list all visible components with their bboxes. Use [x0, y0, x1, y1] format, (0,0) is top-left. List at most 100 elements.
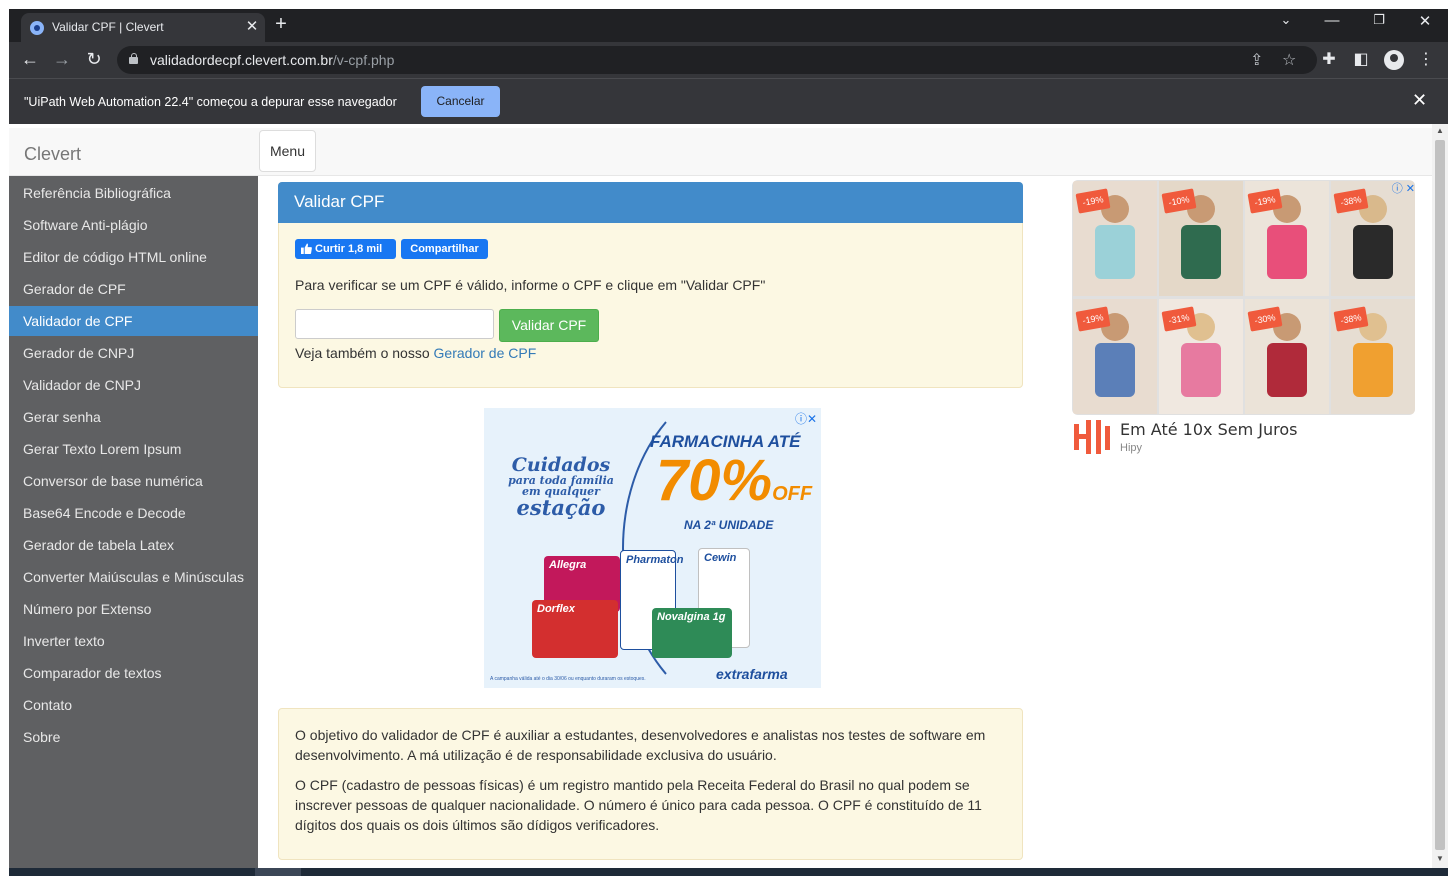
- ad-promo-value: 70%: [656, 448, 773, 513]
- gerador-cpf-link[interactable]: Gerador de CPF: [434, 345, 537, 361]
- forward-icon[interactable]: →: [50, 49, 74, 70]
- sidepanel-icon[interactable]: ◧: [1350, 49, 1372, 69]
- star-icon[interactable]: ☆: [1282, 50, 1296, 70]
- page-title: Validar CPF: [294, 192, 385, 211]
- sidebar-item-validador-cpf[interactable]: Validador de CPF: [9, 306, 258, 336]
- sidebar-item-base64[interactable]: Base64 Encode e Decode: [9, 498, 258, 528]
- swimsuit-image: [1181, 225, 1221, 279]
- swimsuit-image: [1181, 343, 1221, 397]
- infobar-close-icon[interactable]: ✕: [1412, 90, 1427, 111]
- ad-headline-1: Cuidados: [511, 454, 611, 476]
- ad-product-8[interactable]: -38%: [1331, 299, 1415, 414]
- site-brand[interactable]: Clevert: [24, 144, 81, 165]
- info-paragraph-1: O objetivo do validador de CPF é auxilia…: [295, 727, 986, 763]
- facebook-share-button[interactable]: Compartilhar: [401, 239, 488, 259]
- screen: Validar CPF | Clevert ✕ + ⌄ — ❐ ✕ ← → ↻ …: [0, 0, 1456, 876]
- new-tab-icon[interactable]: +: [269, 13, 293, 36]
- ad-product-2[interactable]: -10%: [1159, 181, 1243, 296]
- browser-toolbar: ← → ↻ validadordecpf.clevert.com.br/v-cp…: [9, 42, 1448, 78]
- validate-cpf-button[interactable]: Validar CPF: [499, 309, 599, 342]
- scroll-down-icon[interactable]: ▼: [1436, 854, 1444, 863]
- ad-info-icon[interactable]: ⓘ ✕: [1392, 180, 1415, 196]
- page-viewport: Clevert Menu Referência Bibliográfica So…: [9, 124, 1448, 868]
- url-path: /v-cpf.php: [332, 52, 395, 68]
- infobar-message: "UiPath Web Automation 22.4" começou a d…: [24, 95, 397, 109]
- ad-product-5[interactable]: -19%: [1073, 299, 1157, 414]
- cancel-debug-button[interactable]: Cancelar: [421, 86, 500, 117]
- sidebar-item-maiusculas[interactable]: Converter Maiúsculas e Minúsculas: [9, 562, 258, 592]
- sidebar-item-contato[interactable]: Contato: [9, 690, 258, 720]
- sidebar-item-extenso[interactable]: Número por Extenso: [9, 594, 258, 624]
- info-panel: O objetivo do validador de CPF é auxilia…: [278, 708, 1023, 860]
- ad-headline-4: estação: [516, 495, 606, 520]
- restore-icon[interactable]: ❐: [1364, 12, 1394, 28]
- ad-promo-line-3: NA 2ª UNIDADE: [684, 518, 774, 532]
- tab-title: Validar CPF | Clevert: [52, 20, 164, 34]
- page-scrollbar[interactable]: ▲ ▼: [1432, 124, 1448, 868]
- scroll-thumb[interactable]: [1435, 140, 1445, 850]
- info-paragraph-2: O CPF (cadastro de pessoas físicas) é um…: [295, 777, 982, 833]
- menu-kebab-icon[interactable]: ⋮: [1415, 49, 1437, 69]
- tab-search-icon[interactable]: ⌄: [1271, 12, 1301, 28]
- swimsuit-image: [1095, 343, 1135, 397]
- sidebar-item-gerador-cnpj[interactable]: Gerador de CNPJ: [9, 338, 258, 368]
- sidebar-item-gerar-senha[interactable]: Gerar senha: [9, 402, 258, 432]
- cpf-input[interactable]: [295, 309, 494, 339]
- screen-border: [0, 0, 1456, 9]
- ad-product-1[interactable]: -19%: [1073, 181, 1157, 296]
- share-icon[interactable]: ⇪: [1250, 50, 1263, 70]
- ad-product-6[interactable]: -31%: [1159, 299, 1243, 414]
- minimize-icon[interactable]: —: [1317, 12, 1347, 29]
- thumbs-up-icon: [301, 243, 312, 254]
- facebook-like-button[interactable]: Curtir 1,8 mil: [295, 239, 396, 259]
- swimsuit-image: [1267, 343, 1307, 397]
- ad-title[interactable]: Em Até 10x Sem Juros: [1120, 420, 1297, 439]
- ad-promo-off: OFF: [772, 483, 813, 505]
- hipy-logo-icon: [1074, 420, 1110, 454]
- sidebar-item-base-numerica[interactable]: Conversor de base numérica: [9, 466, 258, 496]
- swimsuit-image: [1353, 343, 1393, 397]
- address-bar[interactable]: validadordecpf.clevert.com.br/v-cpf.php …: [117, 46, 1317, 74]
- sidebar-item-comparador[interactable]: Comparador de textos: [9, 658, 258, 688]
- swimsuit-image: [1267, 225, 1307, 279]
- window-close-icon[interactable]: ✕: [1410, 12, 1440, 30]
- lock-icon[interactable]: [129, 53, 138, 64]
- ad-product-3[interactable]: -19%: [1245, 181, 1329, 296]
- profile-icon[interactable]: [1384, 50, 1404, 70]
- reload-icon[interactable]: ↻: [82, 49, 106, 70]
- sidebar-item-referencia[interactable]: Referência Bibliográfica: [9, 178, 258, 208]
- panel-header: Validar CPF: [278, 182, 1023, 223]
- ad-advertiser: Hipy: [1120, 442, 1143, 454]
- ad-promo-percent: 70%OFF: [656, 452, 812, 510]
- browser-tab[interactable]: Validar CPF | Clevert ✕: [21, 13, 265, 42]
- swimsuit-image: [1353, 225, 1393, 279]
- ad-product-4[interactable]: -38%: [1331, 181, 1415, 296]
- sidebar-item-editor-html[interactable]: Editor de código HTML online: [9, 242, 258, 272]
- ad-footer: A campanha válida até o dia 30/06 ou enq…: [490, 676, 646, 682]
- menu-button[interactable]: Menu: [259, 130, 316, 172]
- close-tab-icon[interactable]: ✕: [243, 17, 261, 35]
- pharmacy-ad[interactable]: ⓘ✕ Cuidados para toda família em qualque…: [484, 408, 821, 688]
- scroll-up-icon[interactable]: ▲: [1436, 126, 1444, 135]
- os-taskbar: [9, 868, 1448, 876]
- sidebar-item-sobre[interactable]: Sobre: [9, 722, 258, 752]
- facebook-like-label: Curtir 1,8 mil: [315, 243, 383, 255]
- see-also-prefix: Veja também o nosso: [295, 345, 434, 361]
- favicon-icon: [30, 21, 44, 35]
- taskbar-app[interactable]: [255, 868, 301, 876]
- sidebar-item-tabela-latex[interactable]: Gerador de tabela Latex: [9, 530, 258, 560]
- ad-product-7[interactable]: -30%: [1245, 299, 1329, 414]
- sidebar-item-anti-plagio[interactable]: Software Anti-plágio: [9, 210, 258, 240]
- sidebar: Referência Bibliográfica Software Anti-p…: [9, 176, 258, 868]
- sidebar-item-gerador-cpf[interactable]: Gerador de CPF: [9, 274, 258, 304]
- sidebar-item-inverter-texto[interactable]: Inverter texto: [9, 626, 258, 656]
- see-also-text: Veja também o nosso Gerador de CPF: [295, 345, 536, 361]
- swimwear-ad[interactable]: -19% -10% -19% -38% -19% -31% -30% -38% …: [1072, 180, 1415, 460]
- back-icon[interactable]: ←: [18, 49, 42, 70]
- sidebar-item-validador-cnpj[interactable]: Validador de CNPJ: [9, 370, 258, 400]
- tab-strip: Validar CPF | Clevert ✕ + ⌄ — ❐ ✕: [9, 9, 1448, 42]
- sidebar-item-lorem-ipsum[interactable]: Gerar Texto Lorem Ipsum: [9, 434, 258, 464]
- extensions-icon[interactable]: ✚: [1318, 49, 1340, 69]
- debug-infobar: "UiPath Web Automation 22.4" começou a d…: [9, 78, 1448, 124]
- validator-panel: Validar CPF Curtir 1,8 mil Compartilhar …: [278, 182, 1023, 388]
